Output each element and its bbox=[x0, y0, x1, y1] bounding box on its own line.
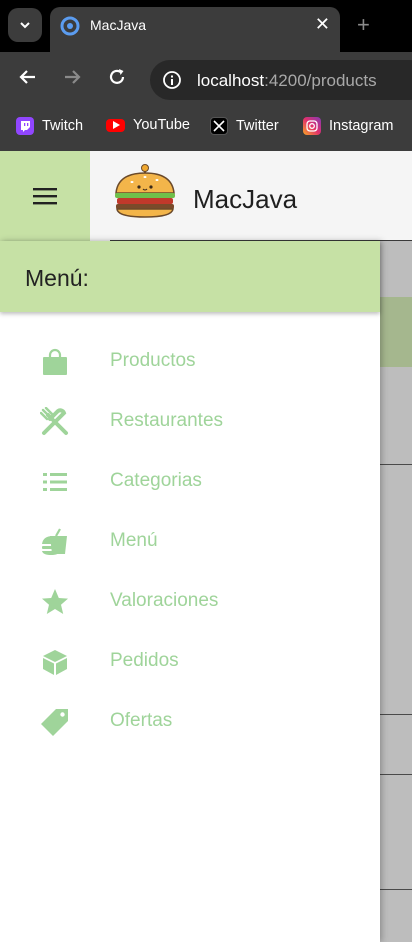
browser-tab-strip: MacJava ✕ + bbox=[0, 0, 412, 52]
new-tab-button[interactable]: + bbox=[357, 12, 370, 38]
angular-favicon-icon bbox=[60, 16, 80, 41]
youtube-icon bbox=[106, 118, 125, 132]
bookmark-label: Twitch bbox=[42, 118, 84, 134]
menu-label: Categorias bbox=[110, 470, 202, 491]
menu-item-menu[interactable]: Menú bbox=[0, 511, 380, 571]
menu-label: Pedidos bbox=[110, 650, 179, 671]
menu-label: Valoraciones bbox=[110, 590, 219, 611]
bookmark-twitter[interactable]: Twitter bbox=[210, 117, 279, 135]
tab-close-button[interactable]: ✕ bbox=[315, 14, 330, 35]
tab-search-button[interactable] bbox=[8, 8, 42, 42]
url-path: :4200/products bbox=[264, 71, 377, 90]
list-icon bbox=[40, 467, 70, 497]
menu-toggle-button[interactable] bbox=[0, 151, 90, 241]
instagram-icon bbox=[303, 117, 321, 135]
bookmarks-bar: Twitch YouTube Twitter Instagram bbox=[0, 106, 412, 151]
bookmark-youtube[interactable]: YouTube bbox=[106, 117, 190, 133]
drawer-menu: Productos Restaurantes Categorias Menú V… bbox=[0, 331, 380, 751]
menu-item-productos[interactable]: Productos bbox=[0, 331, 380, 391]
url-host: localhost bbox=[197, 71, 265, 90]
menu-item-restaurantes[interactable]: Restaurantes bbox=[0, 391, 380, 451]
shopping-bag-icon bbox=[40, 347, 70, 377]
lunch-dining-icon bbox=[40, 527, 70, 557]
brand-title: MacJava bbox=[193, 184, 298, 214]
restaurant-icon bbox=[40, 407, 70, 437]
menu-label: Ofertas bbox=[110, 710, 173, 731]
forward-arrow-icon[interactable] bbox=[61, 66, 83, 93]
package-icon bbox=[40, 647, 70, 677]
bookmark-instagram[interactable]: Instagram bbox=[303, 117, 393, 135]
drawer-header: Menú: bbox=[0, 241, 380, 312]
menu-label: Productos bbox=[110, 350, 196, 371]
bookmark-label: YouTube bbox=[133, 117, 190, 133]
app-page: MacJava Menú: Productos Restaurantes Cat… bbox=[0, 151, 412, 942]
address-bar[interactable]: localhost:4200/products bbox=[150, 60, 412, 100]
app-toolbar: MacJava bbox=[90, 151, 412, 241]
menu-item-categorias[interactable]: Categorias bbox=[0, 451, 380, 511]
bookmark-twitch[interactable]: Twitch bbox=[16, 117, 83, 135]
browser-nav-bar: localhost:4200/products bbox=[0, 52, 412, 106]
browser-tab[interactable]: MacJava ✕ bbox=[50, 7, 340, 52]
drawer-title: Menú: bbox=[25, 265, 89, 291]
burger-logo-icon bbox=[112, 163, 178, 226]
reload-icon[interactable] bbox=[106, 66, 128, 93]
menu-label: Restaurantes bbox=[110, 410, 224, 431]
menu-item-valoraciones[interactable]: Valoraciones bbox=[0, 571, 380, 631]
chevron-down-icon bbox=[20, 22, 30, 29]
hamburger-menu-icon bbox=[33, 188, 57, 205]
star-icon bbox=[40, 587, 70, 617]
menu-item-ofertas[interactable]: Ofertas bbox=[0, 691, 380, 751]
bookmark-label: Instagram bbox=[329, 118, 394, 134]
site-info-icon[interactable] bbox=[162, 70, 182, 95]
tag-icon bbox=[40, 707, 70, 737]
menu-label: Menú bbox=[110, 530, 158, 551]
back-arrow-icon[interactable] bbox=[17, 66, 39, 93]
x-twitter-icon bbox=[210, 117, 228, 135]
tab-title: MacJava bbox=[90, 17, 147, 33]
twitch-icon bbox=[16, 117, 34, 135]
menu-item-pedidos[interactable]: Pedidos bbox=[0, 631, 380, 691]
side-drawer: Menú: Productos Restaurantes Categorias bbox=[0, 241, 380, 942]
bookmark-label: Twitter bbox=[236, 118, 279, 134]
url-text: localhost:4200/products bbox=[197, 71, 377, 91]
